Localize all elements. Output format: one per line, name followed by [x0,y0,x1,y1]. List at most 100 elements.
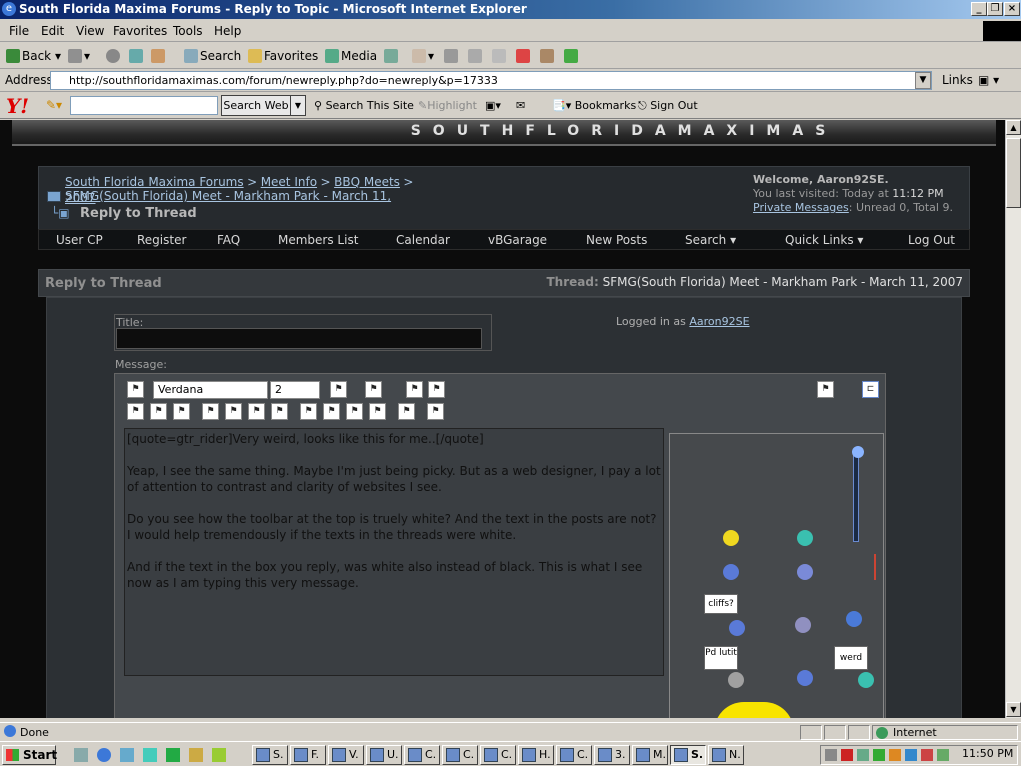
nav-log-out[interactable]: Log Out [908,233,955,247]
smilie-grin-icon[interactable] [797,564,813,580]
underline-button[interactable]: ⚑ [173,403,190,420]
task-button[interactable]: N. [708,745,744,765]
quicklaunch-media-icon[interactable] [212,748,226,762]
tray-app-icon[interactable] [873,749,885,761]
redo-button[interactable]: ⚑ [428,381,445,398]
messenger-button[interactable] [516,49,532,63]
media-button[interactable]: Media [325,49,377,63]
align-center-button[interactable]: ⚑ [225,403,242,420]
bold-button[interactable]: ⚑ [127,403,144,420]
favorites-button[interactable]: Favorites [248,49,318,63]
smilie-scrollbar[interactable] [853,450,859,542]
research-button[interactable] [540,49,556,63]
task-button[interactable]: C. [480,745,516,765]
task-button[interactable]: V. [328,745,364,765]
task-button[interactable]: 3. [594,745,630,765]
task-button[interactable]: F. [290,745,326,765]
highlight-button[interactable]: ✎Highlight [418,99,477,112]
menu-help[interactable]: Help [214,24,241,38]
clock[interactable]: 11:50 PM [962,747,1013,760]
crumb-forums[interactable]: South Florida Maxima Forums [65,175,244,189]
private-messages-link[interactable]: Private Messages [753,201,849,214]
task-button[interactable]: C. [404,745,440,765]
start-button[interactable]: Start [2,745,57,765]
tray-app-icon[interactable] [937,749,949,761]
window-title-bar[interactable]: South Florida Maxima Forums - Reply to T… [0,0,1021,19]
resize-button[interactable]: ⚑ [817,381,834,398]
links-menu-icon[interactable]: ▣ ▾ [978,73,999,87]
menu-file[interactable]: File [9,24,29,38]
crumb-meet-info[interactable]: Meet Info [261,175,317,189]
forward-button[interactable]: ▾ [68,49,90,63]
search-web-dropdown[interactable]: ▼ [290,95,306,116]
nav-user-cp[interactable]: User CP [56,233,103,247]
sign-out-button[interactable]: ⎋ Sign Out [638,99,698,113]
ordered-list-button[interactable]: ⚑ [300,403,317,420]
smilie-button[interactable]: ⚑ [365,381,382,398]
nav-search[interactable]: Search ▾ [685,233,736,247]
switch-mode-button[interactable]: ⊏ [862,381,879,398]
nav-new-posts[interactable]: New Posts [586,233,647,247]
search-site-button[interactable]: ⚲ Search This Site [314,99,414,112]
volume-icon[interactable] [825,749,837,761]
search-web-button[interactable]: Search Web [221,95,291,116]
italic-button[interactable]: ⚑ [150,403,167,420]
menu-view[interactable]: View [76,24,104,38]
smilie-thumbs-icon[interactable] [846,611,862,627]
tray-app-icon[interactable] [889,749,901,761]
sign-pd[interactable]: Pd lutit [704,646,738,670]
quicklaunch-outlook-icon[interactable] [120,748,134,762]
crumb-thread[interactable]: SFMG(South Florida) Meet - Markham Park … [65,189,391,203]
task-button[interactable]: U. [366,745,402,765]
scroll-thumb[interactable] [1006,138,1021,208]
title-input[interactable] [116,328,482,349]
smilie-smile-icon[interactable] [723,530,739,546]
sign-cliffs[interactable]: cliffs? [704,594,738,614]
address-dropdown-button[interactable]: ▼ [915,72,931,89]
crumb-bbq-meets[interactable]: BBQ Meets [334,175,400,189]
nav-quick-links[interactable]: Quick Links ▾ [785,233,863,247]
smilie-cool-icon[interactable] [797,530,813,546]
task-button-active[interactable]: S. [670,745,706,765]
stop-button[interactable] [106,49,122,63]
task-button[interactable]: H. [518,745,554,765]
address-input[interactable]: http://southfloridamaximas.com/forum/new… [50,71,932,90]
quicklaunch-desktop-icon[interactable] [74,748,88,762]
yahoo-search-input[interactable] [70,96,218,115]
home-button[interactable] [151,49,167,63]
discuss-button[interactable] [492,49,508,63]
pencil-icon[interactable]: ✎▾ [46,98,62,112]
mail-alert-icon[interactable]: ✉ [516,99,525,112]
yahoo-menu-button[interactable]: ▣▾ [485,99,501,112]
history-button[interactable] [384,49,400,63]
color-button[interactable]: ⚑ [330,381,347,398]
task-button[interactable]: M. [632,745,668,765]
smilie-sign2-icon[interactable] [728,672,744,688]
scroll-down-button[interactable]: ▼ [1006,702,1021,717]
quicklaunch-ie-icon[interactable] [97,748,111,762]
smilie-big-icon[interactable] [714,702,794,718]
back-button[interactable]: Back ▾ [6,49,61,63]
print-button[interactable] [444,49,460,63]
logged-in-user-link[interactable]: Aaron92SE [689,315,749,328]
align-left-button[interactable]: ⚑ [202,403,219,420]
mail-button[interactable]: ▾ [412,49,434,63]
scroll-up-button[interactable]: ▲ [1006,120,1021,135]
yahoo-logo[interactable]: Y! [6,94,29,118]
link-button[interactable]: ⚑ [398,403,415,420]
tray-app-icon[interactable] [905,749,917,761]
quicklaunch-app-icon[interactable] [143,748,157,762]
bullet-list-button[interactable]: ⚑ [323,403,340,420]
menu-tools[interactable]: Tools [173,24,203,38]
minimize-button[interactable]: _ [971,2,987,16]
clover-icon[interactable] [564,49,580,63]
outdent-button[interactable]: ⚑ [346,403,363,420]
quicklaunch-cmd-icon[interactable] [166,748,180,762]
image-button[interactable]: ⚑ [427,403,444,420]
links-button[interactable]: Links [942,73,973,87]
bookmarks-button[interactable]: 📑▾ Bookmarks [552,99,636,112]
search-button[interactable]: Search [184,49,241,63]
zonealarm-icon[interactable] [841,749,853,761]
tray-app-icon[interactable] [921,749,933,761]
tray-app-icon[interactable] [857,749,869,761]
